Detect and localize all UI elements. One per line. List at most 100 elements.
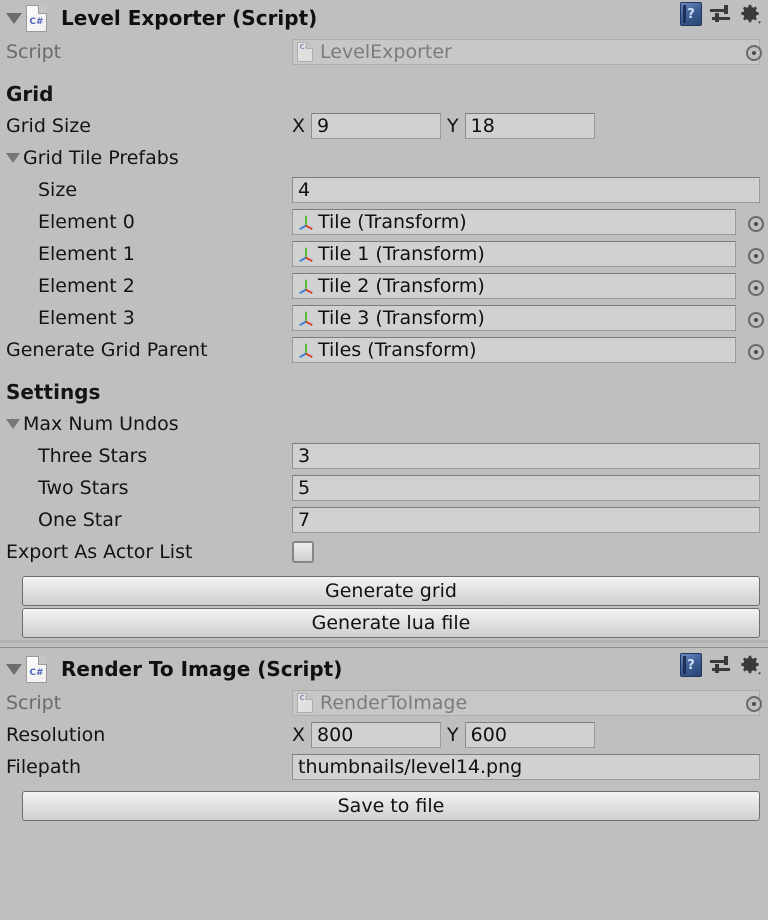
foldout-triangle-icon[interactable]: [6, 419, 20, 429]
row-grid-size: Grid Size X 9 Y 18: [0, 110, 768, 142]
field-label-generate-grid-parent: Generate Grid Parent: [6, 339, 208, 361]
csharp-script-icon: C#: [26, 4, 47, 32]
transform-gizmo-icon: [299, 311, 313, 327]
script-field-value: RenderToImage: [320, 692, 468, 714]
csharp-script-icon-small: C#: [297, 42, 313, 62]
transform-gizmo-icon: [299, 215, 313, 231]
three-stars-wrapper: 3: [292, 443, 760, 469]
object-picker-icon[interactable]: [748, 344, 764, 360]
array-size-input[interactable]: 4: [292, 177, 760, 203]
component-header-render-to-image[interactable]: C# Render To Image (Script) ?: [0, 651, 768, 687]
export-as-actor-list-wrapper: [292, 541, 760, 563]
resolution-fields: X 800 Y 600: [292, 722, 760, 748]
grid-size-x-input[interactable]: 9: [311, 113, 442, 139]
gear-icon[interactable]: [738, 2, 762, 26]
header-icon-group: ?: [680, 653, 762, 677]
element-0-object-field[interactable]: Tile (Transform): [292, 209, 736, 235]
row-element-2: Element 2 Tile 2 (Transform): [0, 270, 768, 302]
field-label-filepath: Filepath: [6, 756, 81, 778]
grid-size-y-input[interactable]: 18: [464, 113, 595, 139]
element-3-object-field[interactable]: Tile 3 (Transform): [292, 305, 736, 331]
foldout-triangle-icon[interactable]: [6, 663, 22, 675]
field-label-script: Script: [6, 692, 62, 714]
script-field-wrapper: C# RenderToImage: [292, 690, 762, 716]
help-icon[interactable]: ?: [680, 653, 702, 677]
two-stars-wrapper: 5: [292, 475, 760, 501]
array-size-wrapper: 4: [292, 177, 760, 203]
resolution-x-input[interactable]: 800: [311, 722, 442, 748]
csharp-script-icon-small: C#: [297, 693, 313, 713]
field-label-three-stars: Three Stars: [38, 445, 148, 467]
row-script: Script C# LevelExporter: [0, 36, 768, 68]
component-header-level-exporter[interactable]: C# Level Exporter (Script) ?: [0, 0, 768, 36]
object-picker-icon[interactable]: [748, 216, 764, 232]
filepath-input[interactable]: thumbnails/level14.png: [292, 754, 760, 780]
component-level-exporter: C# Level Exporter (Script) ? Script C# L…: [0, 0, 768, 648]
axis-label-y: Y: [447, 115, 459, 137]
preset-icon[interactable]: [708, 2, 732, 26]
object-picker-icon[interactable]: [746, 696, 762, 712]
save-to-file-button[interactable]: Save to file: [22, 791, 760, 821]
object-picker-icon[interactable]: [748, 312, 764, 328]
row-three-stars: Three Stars 3: [0, 440, 768, 472]
element-2-object-field[interactable]: Tile 2 (Transform): [292, 273, 736, 299]
field-label-script: Script: [6, 41, 62, 63]
two-stars-input[interactable]: 5: [292, 475, 760, 501]
transform-gizmo-icon: [299, 279, 313, 295]
row-max-num-undos-foldout[interactable]: Max Num Undos: [0, 408, 768, 440]
section-heading-settings: Settings: [0, 376, 768, 408]
object-picker-icon[interactable]: [746, 45, 762, 61]
script-field: C# RenderToImage: [292, 690, 760, 716]
row-one-star: One Star 7: [0, 504, 768, 536]
section-heading-label: Grid: [6, 82, 54, 106]
generate-lua-file-button[interactable]: Generate lua file: [22, 608, 760, 638]
row-export-as-actor-list: Export As Actor List: [0, 536, 768, 568]
generate-grid-parent-value: Tiles (Transform): [318, 339, 477, 361]
foldout-triangle-icon[interactable]: [6, 153, 20, 163]
field-label-one-star: One Star: [38, 509, 122, 531]
element-1-object-field[interactable]: Tile 1 (Transform): [292, 241, 736, 267]
field-label-max-num-undos: Max Num Undos: [23, 413, 179, 435]
axis-label-y: Y: [447, 724, 459, 746]
element-3-wrapper: Tile 3 (Transform): [292, 305, 764, 331]
gear-icon[interactable]: [738, 653, 762, 677]
resolution-y-input[interactable]: 600: [464, 722, 595, 748]
component-divider: [0, 647, 768, 648]
field-label-grid-tile-prefabs: Grid Tile Prefabs: [23, 147, 179, 169]
generate-grid-button[interactable]: Generate grid: [22, 576, 760, 606]
preset-icon[interactable]: [708, 653, 732, 677]
row-script: Script C# RenderToImage: [0, 687, 768, 719]
script-field-wrapper: C# LevelExporter: [292, 39, 762, 65]
generate-grid-parent-object-field[interactable]: Tiles (Transform): [292, 337, 736, 363]
three-stars-input[interactable]: 3: [292, 443, 760, 469]
section-heading-grid: Grid: [0, 78, 768, 110]
one-star-input[interactable]: 7: [292, 507, 760, 533]
field-label-two-stars: Two Stars: [38, 477, 129, 499]
field-label-element-0: Element 0: [38, 211, 135, 233]
row-resolution: Resolution X 800 Y 600: [0, 719, 768, 751]
field-label-element-3: Element 3: [38, 307, 135, 329]
foldout-triangle-icon[interactable]: [6, 12, 22, 24]
element-2-wrapper: Tile 2 (Transform): [292, 273, 764, 299]
field-label-export-as-actor-list: Export As Actor List: [6, 541, 193, 563]
element-2-value: Tile 2 (Transform): [318, 275, 485, 297]
field-label-grid-size: Grid Size: [6, 115, 91, 137]
row-element-0: Element 0 Tile (Transform): [0, 206, 768, 238]
field-label-element-1: Element 1: [38, 243, 135, 265]
object-picker-icon[interactable]: [748, 280, 764, 296]
component-title: Level Exporter (Script): [61, 6, 318, 30]
element-0-wrapper: Tile (Transform): [292, 209, 764, 235]
field-label-resolution: Resolution: [6, 724, 106, 746]
row-element-3: Element 3 Tile 3 (Transform): [0, 302, 768, 334]
row-element-1: Element 1 Tile 1 (Transform): [0, 238, 768, 270]
element-0-value: Tile (Transform): [318, 211, 467, 233]
component-render-to-image: C# Render To Image (Script) ? Script C# …: [0, 651, 768, 821]
unity-inspector-panel: C# Level Exporter (Script) ? Script C# L…: [0, 0, 768, 920]
help-icon[interactable]: ?: [680, 2, 702, 26]
row-grid-tile-prefabs-foldout[interactable]: Grid Tile Prefabs: [0, 142, 768, 174]
axis-label-x: X: [292, 724, 306, 746]
filepath-wrapper: thumbnails/level14.png: [292, 754, 760, 780]
object-picker-icon[interactable]: [748, 248, 764, 264]
script-field-value: LevelExporter: [320, 41, 452, 63]
export-as-actor-list-checkbox[interactable]: [292, 541, 314, 563]
